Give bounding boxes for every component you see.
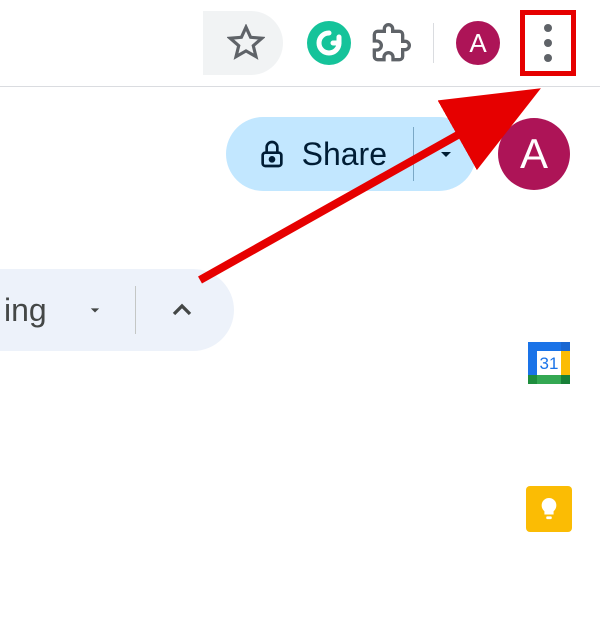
side-panel: 31 [526, 340, 572, 532]
app-content-area: Share A ing [0, 87, 600, 617]
editing-pill-separator [135, 286, 136, 334]
extensions-puzzle-icon[interactable] [371, 23, 411, 63]
calendar-icon[interactable]: 31 [526, 340, 572, 386]
grammarly-extension-icon[interactable] [307, 21, 351, 65]
profile-avatar-small[interactable]: A [456, 21, 500, 65]
editing-mode-pill: ing [0, 269, 234, 351]
collapse-chevron-up-icon[interactable] [166, 294, 198, 326]
browser-toolbar: A [0, 0, 600, 86]
share-button[interactable]: Share [226, 117, 476, 191]
annotation-highlight-box [520, 10, 576, 76]
toolbar-right-group: ing [0, 269, 600, 351]
share-button-label: Share [302, 136, 387, 173]
toolbar-separator [433, 23, 434, 63]
lock-icon [256, 138, 288, 170]
keep-icon[interactable] [526, 486, 572, 532]
account-avatar-large[interactable]: A [498, 118, 570, 190]
bookmark-star-icon[interactable] [227, 24, 265, 62]
share-pill-separator [413, 127, 414, 181]
editing-mode-dropdown-icon[interactable] [85, 300, 105, 320]
share-dropdown-caret-icon[interactable] [434, 142, 458, 166]
address-bar-end [203, 11, 283, 75]
share-button-main[interactable]: Share [256, 136, 387, 173]
svg-text:31: 31 [540, 354, 559, 373]
doc-header-right: Share A [0, 87, 600, 191]
chrome-more-menu-icon[interactable] [544, 24, 552, 62]
editing-mode-label-fragment: ing [0, 292, 47, 329]
